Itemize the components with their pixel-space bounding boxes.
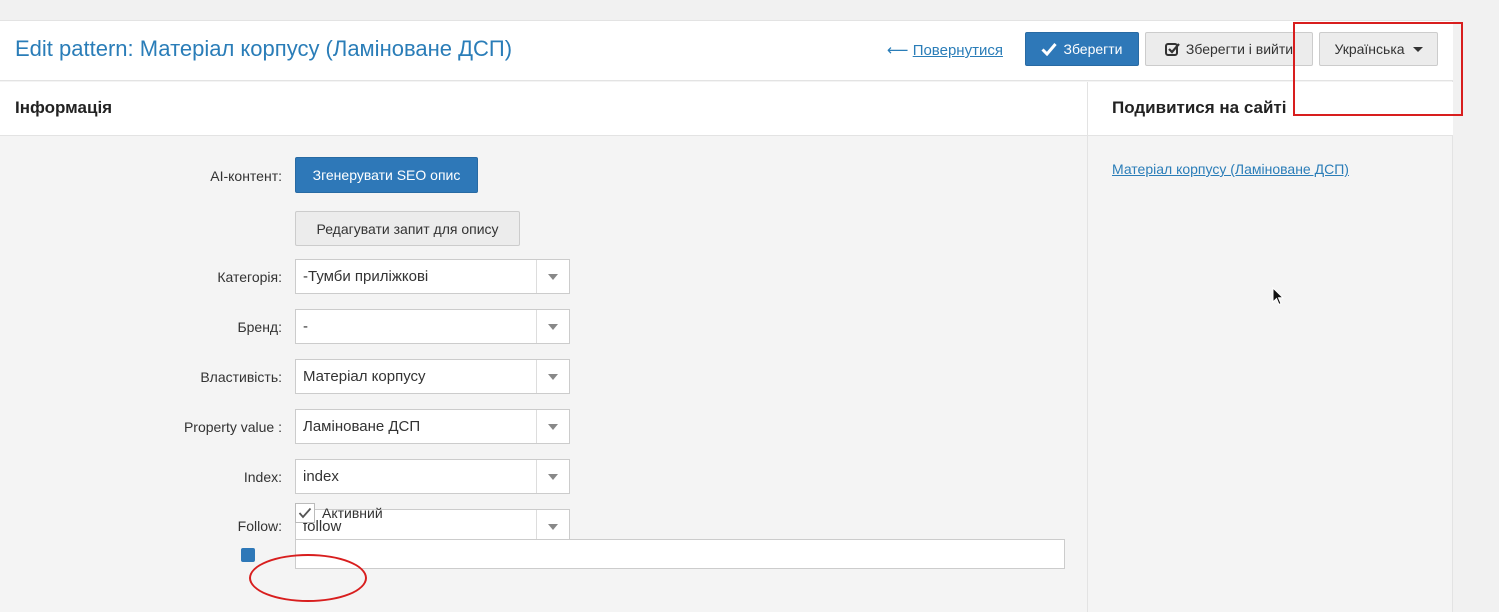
- dropdown-arrow-icon: [548, 323, 558, 330]
- save-exit-button[interactable]: Зберегти і вийти: [1145, 32, 1313, 66]
- page-header: Edit pattern: Матеріал корпусу (Ламінова…: [0, 21, 1453, 81]
- index-value: index: [303, 468, 339, 485]
- follow-label: Follow:: [237, 518, 282, 534]
- checkbox-check-icon: [1164, 42, 1180, 56]
- index-label: Index:: [243, 469, 282, 485]
- dropdown-arrow-icon: [548, 423, 558, 430]
- ai-content-label: AI-контент:: [210, 168, 282, 184]
- property-select[interactable]: Матеріал корпусу: [295, 359, 570, 394]
- dropdown-arrow-icon: [548, 373, 558, 380]
- language-dropdown-label: Українська: [1334, 41, 1405, 57]
- page-title: Edit pattern: Матеріал корпусу (Ламінова…: [15, 36, 513, 61]
- property-value-label: Property value :: [183, 419, 282, 435]
- site-page-link[interactable]: Матеріал корпусу (Ламіноване ДСП): [1112, 161, 1349, 177]
- site-panel-title: Подивитися на сайті: [1088, 82, 1453, 136]
- category-label: Категорія:: [217, 269, 282, 285]
- generate-seo-button[interactable]: Згенерувати SEO опис: [295, 157, 478, 193]
- checkmark-icon: [298, 507, 312, 519]
- mouse-pointer-icon: [1272, 287, 1284, 306]
- save-button-label: Зберегти: [1063, 41, 1123, 57]
- property-value-value: Ламіноване ДСП: [303, 418, 421, 435]
- save-button[interactable]: Зберегти: [1025, 32, 1139, 66]
- property-value-select[interactable]: Ламіноване ДСП: [295, 409, 570, 444]
- info-panel-title: Інформація: [0, 82, 1087, 136]
- active-checkbox[interactable]: [295, 503, 315, 523]
- checkmark-icon: [1041, 43, 1058, 56]
- back-link[interactable]: ⟵ Повернутися: [887, 41, 1003, 59]
- back-link-label: Повернутися: [912, 42, 1003, 59]
- description-field[interactable]: [295, 539, 1065, 569]
- brand-value: -: [303, 318, 308, 335]
- brand-label: Бренд:: [237, 319, 282, 335]
- site-panel: Подивитися на сайті Матеріал корпусу (Ла…: [1087, 82, 1453, 612]
- back-arrow-icon: ⟵: [887, 42, 909, 59]
- info-icon: [241, 548, 255, 562]
- index-select[interactable]: index: [295, 459, 570, 494]
- category-select[interactable]: -Тумби приліжкові: [295, 259, 570, 294]
- save-exit-button-label: Зберегти і вийти: [1185, 41, 1294, 57]
- page-frame: Edit pattern: Матеріал корпусу (Ламінова…: [0, 20, 1453, 612]
- property-value: Матеріал корпусу: [303, 368, 426, 385]
- language-dropdown[interactable]: Українська: [1319, 32, 1438, 66]
- brand-select[interactable]: -: [295, 309, 570, 344]
- info-panel: Інформація AI-контент: Згенерувати SEO о…: [0, 82, 1087, 612]
- property-label: Властивість:: [200, 369, 282, 385]
- active-label: Активний: [322, 505, 383, 521]
- dropdown-arrow-icon: [548, 473, 558, 480]
- caret-down-icon: [1412, 46, 1423, 52]
- dropdown-arrow-icon: [548, 273, 558, 280]
- category-value: -Тумби приліжкові: [303, 268, 429, 285]
- edit-prompt-button[interactable]: Редагувати запит для опису: [295, 211, 520, 246]
- dropdown-arrow-icon: [548, 523, 558, 530]
